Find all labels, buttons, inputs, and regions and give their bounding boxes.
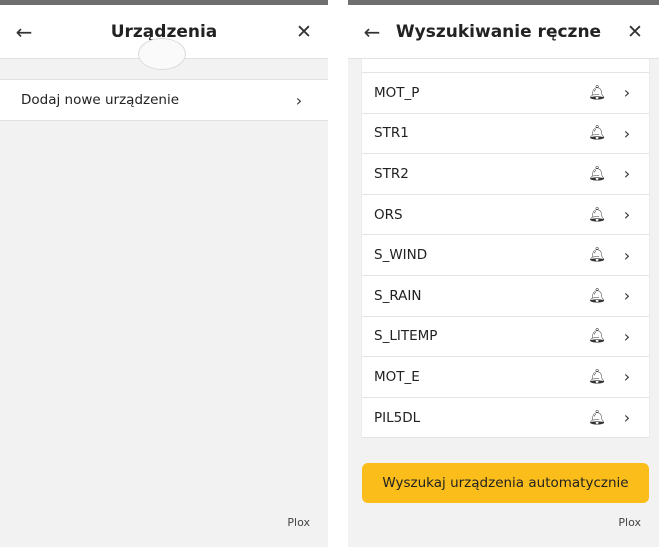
close-icon[interactable]: ✕: [284, 5, 324, 59]
device-name: ORS: [374, 206, 403, 223]
chevron-right-icon: ›: [623, 367, 631, 387]
device-list-item[interactable]: S_WIND 🔔︎ ›: [362, 235, 649, 276]
header: ← Wyszukiwanie ręczne ✕: [348, 5, 659, 59]
back-arrow-icon[interactable]: ←: [352, 5, 392, 59]
device-name: S_WIND: [374, 247, 428, 264]
chevron-right-icon: ›: [623, 205, 631, 225]
auto-search-button[interactable]: Wyszukaj urządzenia automatycznie: [362, 463, 649, 503]
bell-icon[interactable]: 🔔︎: [586, 166, 608, 182]
device-name: PIL5DL: [374, 409, 421, 426]
device-list-item[interactable]: S_LITEMP 🔔︎ ›: [362, 317, 649, 358]
device-list-item[interactable]: STR1 🔔︎ ›: [362, 114, 649, 155]
device-name: S_RAIN: [374, 287, 422, 304]
bell-icon[interactable]: 🔔︎: [586, 369, 608, 385]
device-name: STR1: [374, 125, 409, 142]
back-arrow-icon[interactable]: ←: [4, 5, 44, 59]
device-list: MOT_P 🔔︎ › STR1 🔔︎ › STR2 🔔︎ › ORS 🔔︎ › S_WIND 🔔︎ › S_R…: [361, 59, 650, 439]
device-list-item[interactable]: STR2 🔔︎ ›: [362, 154, 649, 195]
device-name: S_LITEMP: [374, 328, 438, 345]
brand-footer: Plox: [618, 516, 641, 529]
chevron-right-icon: ›: [623, 408, 631, 428]
chevron-right-icon: ›: [623, 326, 631, 346]
chevron-right-icon: ›: [295, 90, 303, 110]
chevron-right-icon: ›: [623, 83, 631, 103]
bell-icon[interactable]: 🔔︎: [586, 410, 608, 426]
add-new-device-item[interactable]: Dodaj nowe urządzenie ›: [0, 79, 328, 121]
device-list-item[interactable]: S_RAIN 🔔︎ ›: [362, 276, 649, 317]
add-new-device-label: Dodaj nowe urządzenie: [21, 92, 180, 108]
device-name: STR2: [374, 165, 409, 182]
device-list-item[interactable]: MOT_P 🔔︎ ›: [362, 73, 649, 114]
bell-icon[interactable]: 🔔︎: [586, 288, 608, 304]
bell-icon[interactable]: 🔔︎: [586, 328, 608, 344]
chevron-right-icon: ›: [623, 286, 631, 306]
device-name: MOT_E: [374, 368, 420, 385]
chevron-right-icon: ›: [623, 164, 631, 184]
device-list-item[interactable]: ORS 🔔︎ ›: [362, 195, 649, 236]
close-icon[interactable]: ✕: [615, 5, 655, 59]
manual-search-screen: ← Wyszukiwanie ręczne ✕ MOT_P 🔔︎ › STR1 🔔︎ › S…: [348, 0, 659, 547]
chevron-right-icon: ›: [623, 245, 631, 265]
brand-footer: Plox: [287, 516, 310, 529]
scroll-indicator: [138, 38, 186, 70]
devices-screen: ← Urządzenia ✕ Dodaj nowe urządzenie › P…: [0, 0, 328, 547]
device-name: MOT_P: [374, 84, 420, 101]
device-list-item[interactable]: PIL5DL 🔔︎ ›: [362, 398, 649, 439]
bell-icon[interactable]: 🔔︎: [586, 125, 608, 141]
page-title: Wyszukiwanie ręczne: [395, 21, 602, 42]
bell-icon[interactable]: 🔔︎: [586, 207, 608, 223]
bell-icon[interactable]: 🔔︎: [586, 247, 608, 263]
device-list-item[interactable]: MOT_E 🔔︎ ›: [362, 357, 649, 398]
chevron-right-icon: ›: [623, 123, 631, 143]
list-item-partial: [362, 59, 649, 73]
bell-icon[interactable]: 🔔︎: [586, 85, 608, 101]
